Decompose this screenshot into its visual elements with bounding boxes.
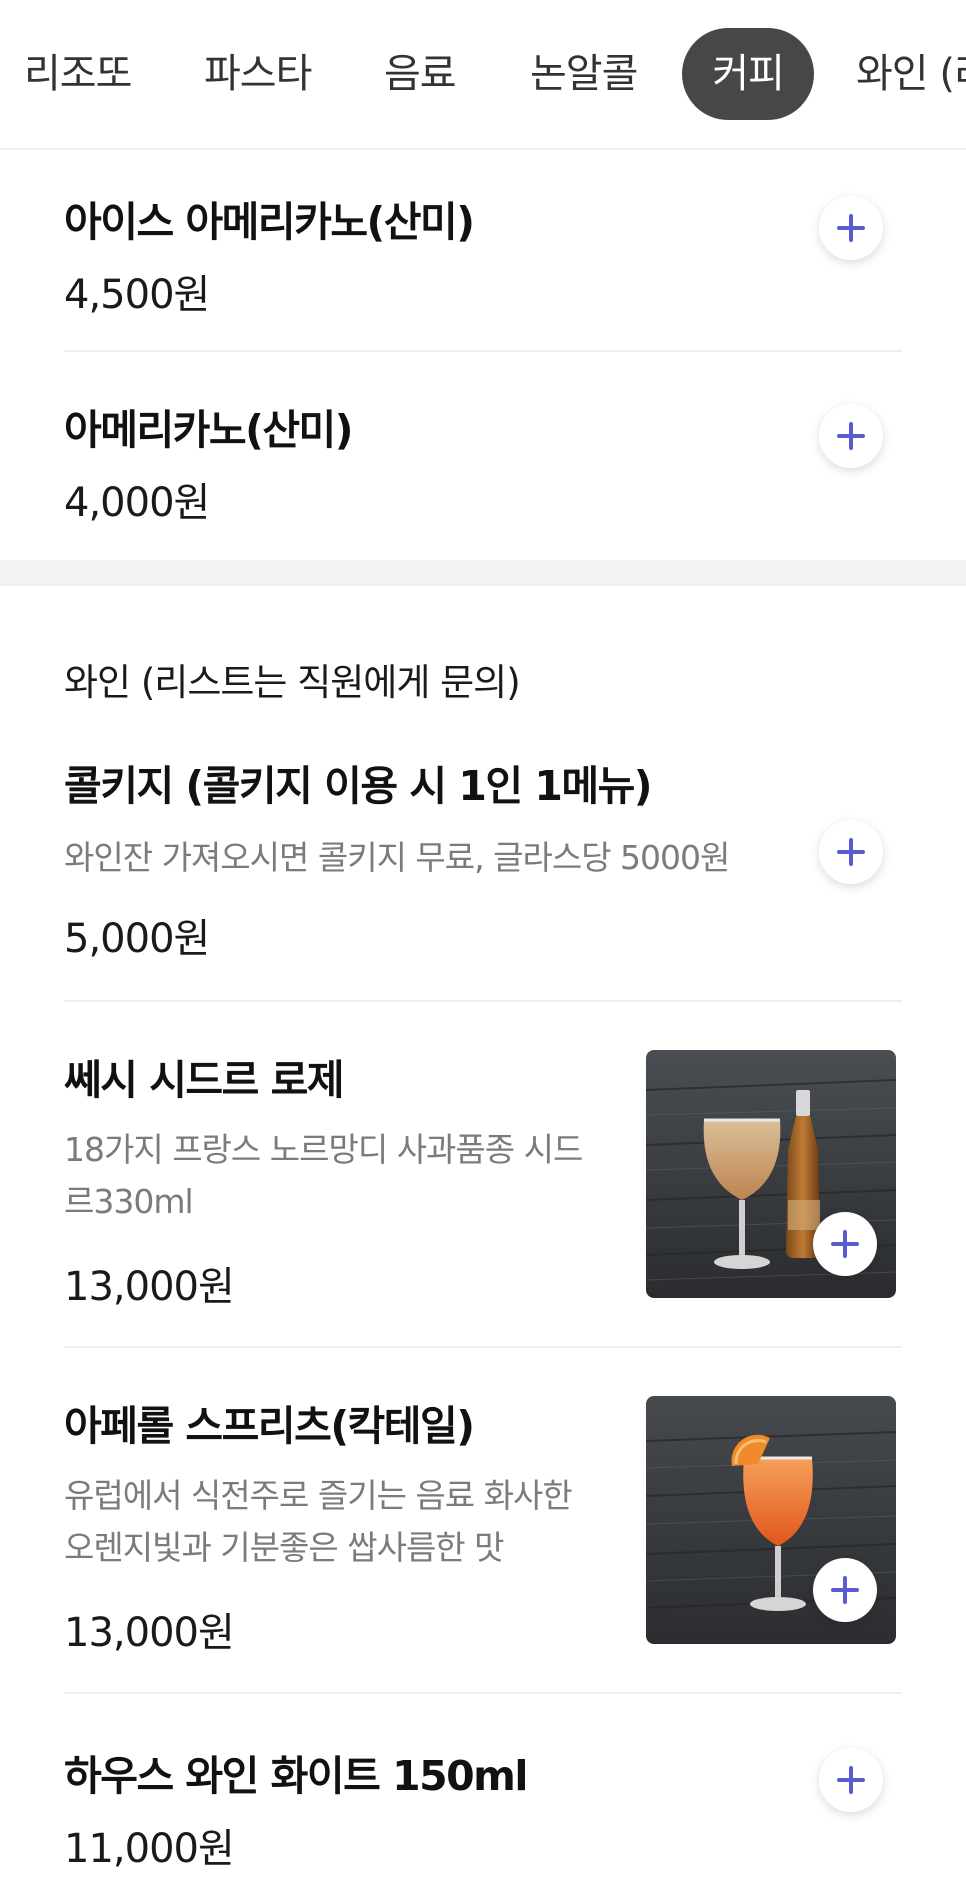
- description-line: 유럽에서 식전주로 즐기는 음료 화사한: [64, 1476, 573, 1515]
- tab-drinks[interactable]: 음료: [384, 28, 457, 120]
- menu-item-aperol-spritz[interactable]: 아페롤 스프리츠(칵테일) 유럽에서 식전주로 즐기는 음료 화사한 오렌지빛과…: [64, 1392, 624, 1658]
- item-name: 하우스 와인 화이트 150ml: [64, 1752, 528, 1800]
- item-description: 유럽에서 식전주로 즐기는 음료 화사한 오렌지빛과 기분좋은 쌉사름한 맛: [64, 1470, 624, 1574]
- divider: [64, 350, 902, 352]
- category-tab-bar: 리조또 파스타 음료 논알콜 커피 와인 (리: [0, 0, 966, 150]
- item-price: 13,000원: [64, 1610, 235, 1656]
- item-name: 아페롤 스프리츠(칵테일): [64, 1402, 475, 1450]
- item-name: 아이스 아메리카노(산미): [64, 198, 475, 246]
- section-title: 와인 (리스트는 직원에게 문의): [64, 661, 521, 704]
- divider: [64, 1692, 902, 1694]
- tab-coffee[interactable]: 커피: [682, 28, 814, 120]
- add-to-cart-button[interactable]: [813, 1212, 877, 1276]
- menu-item-house-wine-white[interactable]: 하우스 와인 화이트 150ml 11,000원: [64, 1742, 902, 1874]
- tab-wine[interactable]: 와인 (리: [856, 28, 966, 120]
- tab-pasta[interactable]: 파스타: [204, 28, 312, 120]
- plus-icon: [837, 838, 865, 866]
- item-price: 11,000원: [64, 1826, 235, 1872]
- add-to-cart-button[interactable]: [819, 404, 883, 468]
- item-description: 18가지 프랑스 노르망디 사과품종 시드 르330ml: [64, 1124, 624, 1228]
- menu-item-cider-rose[interactable]: 쎄시 시드르 로제 18가지 프랑스 노르망디 사과품종 시드 르330ml 1…: [64, 1046, 624, 1312]
- divider: [64, 1000, 902, 1002]
- item-name: 콜키지 (콜키지 이용 시 1인 1메뉴): [64, 762, 653, 810]
- menu-item-americano[interactable]: 아메리카노(산미) 4,000원: [64, 396, 902, 528]
- plus-icon: [831, 1576, 859, 1604]
- item-price: 4,000원: [64, 480, 210, 526]
- item-price: 4,500원: [64, 272, 210, 318]
- add-to-cart-button[interactable]: [819, 196, 883, 260]
- section-separator: [0, 560, 966, 586]
- add-to-cart-button[interactable]: [819, 1748, 883, 1812]
- plus-icon: [837, 1766, 865, 1794]
- description-line: 오렌지빛과 기분좋은 쌉사름한 맛: [64, 1528, 505, 1567]
- item-name: 아메리카노(산미): [64, 406, 354, 454]
- add-to-cart-button[interactable]: [819, 820, 883, 884]
- plus-icon: [837, 422, 865, 450]
- menu-item-corkage[interactable]: 콜키지 (콜키지 이용 시 1인 1메뉴) 와인잔 가져오시면 콜키지 무료, …: [64, 752, 902, 964]
- item-price: 13,000원: [64, 1264, 235, 1310]
- divider: [64, 1346, 902, 1348]
- item-price: 5,000원: [64, 916, 210, 962]
- plus-icon: [837, 214, 865, 242]
- description-line: 르330ml: [64, 1182, 194, 1221]
- menu-item-iced-americano[interactable]: 아이스 아메리카노(산미) 4,500원: [64, 188, 902, 320]
- plus-icon: [831, 1230, 859, 1258]
- tab-non-alcohol[interactable]: 논알콜: [530, 28, 638, 120]
- item-description: 와인잔 가져오시면 콜키지 무료, 글라스당 5000원: [64, 838, 730, 877]
- add-to-cart-button[interactable]: [813, 1558, 877, 1622]
- item-name: 쎄시 시드르 로제: [64, 1056, 345, 1104]
- tab-risotto[interactable]: 리조또: [24, 28, 132, 120]
- description-line: 18가지 프랑스 노르망디 사과품종 시드: [64, 1130, 583, 1169]
